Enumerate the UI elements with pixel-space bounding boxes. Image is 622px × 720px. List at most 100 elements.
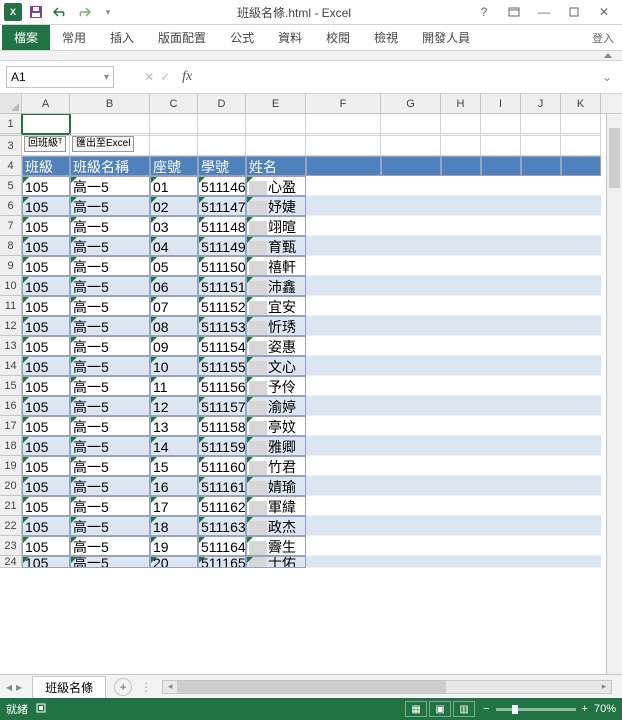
table-header-empty[interactable]: [441, 156, 481, 176]
row-header[interactable]: 21: [0, 496, 22, 516]
cell[interactable]: [481, 476, 521, 496]
tab-developer[interactable]: 開發人員: [410, 25, 482, 50]
select-all-button[interactable]: [0, 94, 22, 113]
cell[interactable]: [481, 136, 521, 156]
cell[interactable]: [70, 114, 150, 134]
cell[interactable]: [481, 536, 521, 556]
cell[interactable]: [441, 256, 481, 276]
cell[interactable]: [521, 456, 561, 476]
cell[interactable]: [441, 436, 481, 456]
table-cell[interactable]: 18: [150, 516, 198, 536]
table-cell[interactable]: 17: [150, 496, 198, 516]
save-button[interactable]: [26, 2, 46, 22]
table-cell[interactable]: 511164: [198, 536, 246, 556]
table-cell[interactable]: 高一5: [70, 336, 150, 356]
row-header[interactable]: 18: [0, 436, 22, 456]
cell[interactable]: [481, 556, 521, 568]
table-cell[interactable]: 105: [22, 256, 70, 276]
table-cell[interactable]: 105: [22, 296, 70, 316]
cell[interactable]: [481, 436, 521, 456]
zoom-level[interactable]: 70%: [594, 703, 616, 715]
cell[interactable]: [441, 136, 481, 156]
cell[interactable]: [521, 216, 561, 236]
cell[interactable]: [381, 396, 441, 416]
cell[interactable]: [306, 496, 381, 516]
col-header-F[interactable]: F: [306, 94, 381, 113]
cell[interactable]: [481, 276, 521, 296]
table-cell[interactable]: 511158: [198, 416, 246, 436]
cell[interactable]: [381, 556, 441, 568]
table-cell[interactable]: 忻琇: [246, 316, 306, 336]
tab-data[interactable]: 資料: [266, 25, 314, 50]
table-cell[interactable]: 政杰: [246, 516, 306, 536]
table-header-empty[interactable]: [381, 156, 441, 176]
close-button[interactable]: ✕: [590, 2, 618, 22]
table-header-empty[interactable]: [481, 156, 521, 176]
row-header[interactable]: 3: [0, 136, 22, 156]
table-cell[interactable]: 511150: [198, 256, 246, 276]
cell[interactable]: [198, 136, 246, 156]
cell[interactable]: [381, 476, 441, 496]
fx-icon[interactable]: fx: [182, 69, 192, 85]
cell[interactable]: [521, 396, 561, 416]
cell[interactable]: [481, 456, 521, 476]
cell[interactable]: [561, 416, 601, 436]
cell[interactable]: [306, 196, 381, 216]
cell[interactable]: [246, 114, 306, 134]
cell[interactable]: [561, 336, 601, 356]
table-cell[interactable]: 02: [150, 196, 198, 216]
cell[interactable]: [381, 216, 441, 236]
cell[interactable]: [441, 516, 481, 536]
table-cell[interactable]: 511157: [198, 396, 246, 416]
cell[interactable]: [561, 196, 601, 216]
cell[interactable]: [521, 336, 561, 356]
row-header[interactable]: 24: [0, 556, 22, 568]
table-cell[interactable]: 妤婕: [246, 196, 306, 216]
table-cell[interactable]: 105: [22, 396, 70, 416]
table-cell[interactable]: 高一5: [70, 476, 150, 496]
table-cell[interactable]: 105: [22, 196, 70, 216]
tab-file[interactable]: 檔案: [2, 25, 50, 50]
table-cell[interactable]: 08: [150, 316, 198, 336]
macro-record-icon[interactable]: [36, 702, 50, 717]
normal-view-button[interactable]: ▦: [405, 701, 427, 717]
table-cell[interactable]: 高一5: [70, 516, 150, 536]
table-cell[interactable]: 19: [150, 536, 198, 556]
table-cell[interactable]: 高一5: [70, 496, 150, 516]
cell[interactable]: [561, 456, 601, 476]
cell[interactable]: [306, 276, 381, 296]
table-cell[interactable]: 亭妏: [246, 416, 306, 436]
cell[interactable]: [306, 376, 381, 396]
row-header[interactable]: 16: [0, 396, 22, 416]
table-cell[interactable]: 105: [22, 376, 70, 396]
cell[interactable]: [381, 236, 441, 256]
vertical-scrollbar[interactable]: [606, 114, 622, 674]
cell[interactable]: [381, 256, 441, 276]
table-cell[interactable]: 高一5: [70, 296, 150, 316]
cell[interactable]: [561, 296, 601, 316]
table-cell[interactable]: 105: [22, 556, 70, 568]
row-header[interactable]: 15: [0, 376, 22, 396]
cell[interactable]: [381, 276, 441, 296]
cell[interactable]: [381, 536, 441, 556]
table-cell[interactable]: 11: [150, 376, 198, 396]
cell[interactable]: [561, 536, 601, 556]
table-cell[interactable]: 渝婷: [246, 396, 306, 416]
table-cell[interactable]: 511146: [198, 176, 246, 196]
cell[interactable]: [481, 376, 521, 396]
row-header[interactable]: 13: [0, 336, 22, 356]
back-class-button[interactable]: 回班級ᵀ: [24, 136, 66, 152]
table-cell[interactable]: 511147: [198, 196, 246, 216]
cell[interactable]: [561, 516, 601, 536]
cell[interactable]: [306, 296, 381, 316]
table-cell[interactable]: 高一5: [70, 256, 150, 276]
formula-expand-icon[interactable]: ⌄: [598, 70, 616, 84]
row-header[interactable]: 22: [0, 516, 22, 536]
cell[interactable]: [441, 176, 481, 196]
cell[interactable]: [481, 516, 521, 536]
table-cell[interactable]: 霽生: [246, 536, 306, 556]
cell[interactable]: [441, 416, 481, 436]
row-header[interactable]: 19: [0, 456, 22, 476]
excel-icon[interactable]: X: [4, 3, 22, 21]
cell[interactable]: [521, 276, 561, 296]
